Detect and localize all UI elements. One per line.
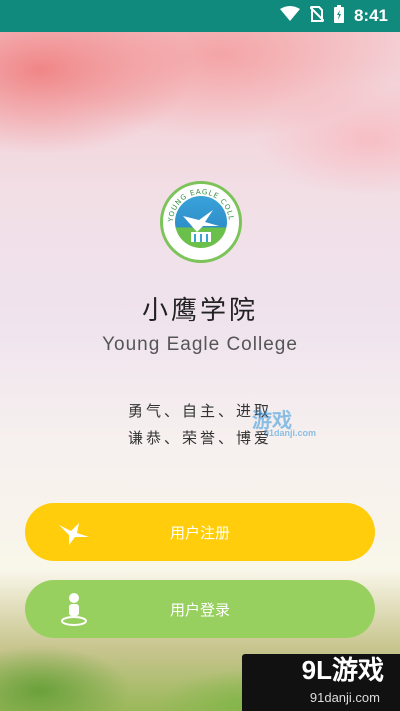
register-button-label: 用户注册 [169, 523, 230, 542]
motto-line-1: 勇气、自主、进取 [127, 402, 272, 420]
person-icon [57, 592, 91, 626]
eagle-emblem-icon [183, 210, 219, 242]
motto-line-2: 谦恭、荣誉、博爱 [127, 429, 272, 447]
watermark-corner-title: 9L游戏 [301, 655, 384, 685]
battery-icon [333, 5, 344, 27]
no-sim-icon [309, 6, 325, 26]
watermark-corner-url: 91danji.com [309, 690, 380, 705]
eagle-icon [57, 515, 91, 549]
status-bar: 8:41 [0, 0, 400, 32]
college-logo: YOUNG EAGLE COLLEGE [160, 181, 242, 263]
wifi-icon [279, 6, 300, 26]
app-subtitle: Young Eagle College [102, 334, 298, 355]
login-button-label: 用户登录 [169, 600, 230, 619]
logo-emblem [175, 196, 227, 248]
status-time: 8:41 [353, 6, 388, 25]
login-button[interactable]: 用户登录 [25, 580, 375, 638]
register-button[interactable]: 用户注册 [25, 503, 375, 561]
watermark-mid-small: 91danji.com [264, 428, 317, 438]
app-title: 小鹰学院 [141, 296, 258, 326]
